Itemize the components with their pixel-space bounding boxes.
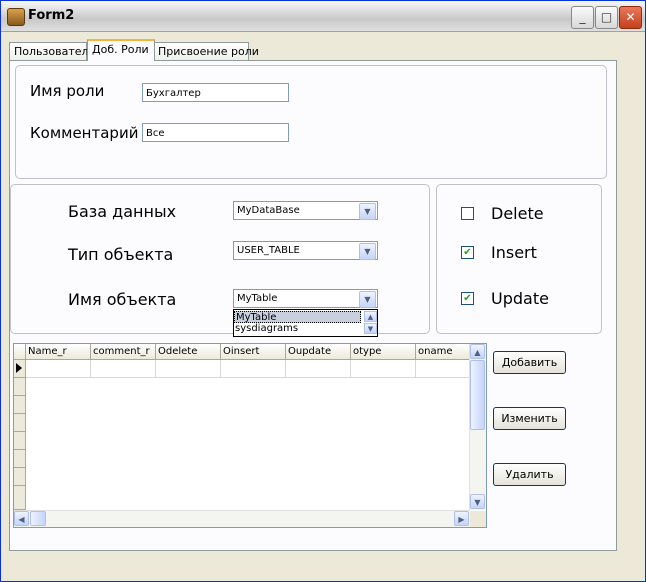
delete-label: Delete [491,204,544,223]
chevron-up-icon[interactable]: ▲ [470,344,485,359]
table-cell[interactable] [416,360,470,378]
row-header [14,414,26,432]
delete-button[interactable]: Удалить [493,463,566,486]
column-header[interactable]: Oupdate [286,344,351,360]
chevron-down-icon[interactable]: ▼ [359,203,376,220]
column-header[interactable]: oname [416,344,470,360]
permissions-group: Delete ✔ Insert ✔ Update [436,184,602,334]
chevron-up-icon[interactable]: ▲ [364,311,377,322]
edit-button[interactable]: Изменить [493,407,566,430]
minimize-button[interactable]: _ [571,6,594,29]
table-cell[interactable] [156,360,221,378]
grid-corner [14,344,26,360]
scrollbar-corner [470,511,486,527]
table-cell[interactable] [221,360,286,378]
database-combo[interactable]: MyDataBase ▼ [233,201,378,220]
title-bar: Form2 _ □ ✕ [1,1,645,32]
row-header[interactable] [14,360,26,378]
table-cell[interactable] [351,360,416,378]
table-cell[interactable] [91,360,156,378]
comment-label: Комментарий [30,124,139,142]
row-pointer-icon [16,363,22,373]
column-header[interactable]: Name_r [26,344,91,360]
form2-window: Form2 _ □ ✕ Пользователи Доб. Роли Присв… [0,0,646,582]
update-checkbox[interactable]: ✔ [461,292,474,305]
close-button[interactable]: ✕ [619,6,642,29]
tab-users[interactable]: Пользователи [9,42,96,60]
database-combo-value: MyDataBase [237,205,300,216]
column-header[interactable]: otype [351,344,416,360]
object-type-combo[interactable]: USER_TABLE ▼ [233,241,378,260]
role-name-input[interactable]: Бухгалтер [142,83,289,102]
row-header [14,486,26,510]
database-label: База данных [68,202,177,221]
row-header [14,432,26,450]
horizontal-scroll-thumb[interactable] [30,511,46,526]
column-header[interactable]: Odelete [156,344,221,360]
object-type-label: Тип объекта [68,245,174,264]
object-group: База данных MyDataBase ▼ Тип объекта USE… [10,184,430,337]
object-name-label: Имя объекта [68,290,177,309]
window-title: Form2 [28,8,75,23]
object-name-combo-value: MyTable [237,293,278,304]
maximize-button[interactable]: □ [595,6,618,29]
dropdown-option[interactable]: MyTable [234,311,361,323]
row-header [14,378,26,396]
object-name-combo[interactable]: MyTable ▼ [233,289,378,308]
table-cell[interactable] [26,360,91,378]
grid-horizontal-scrollbar[interactable]: ◀ ▶ [14,510,470,527]
comment-input[interactable]: Все [142,123,289,142]
update-label: Update [491,289,549,308]
app-icon [7,8,25,26]
row-header [14,468,26,486]
close-icon: ✕ [625,10,636,24]
client-area: Пользователи Доб. Роли Присвоение роли И… [5,32,642,577]
delete-checkbox[interactable] [461,207,474,220]
chevron-down-icon[interactable]: ▼ [364,323,377,334]
object-type-combo-value: USER_TABLE [237,245,300,256]
column-header[interactable]: Oinsert [221,344,286,360]
column-header[interactable]: comment_r [91,344,156,360]
chevron-down-icon[interactable]: ▼ [359,291,376,308]
role-name-label: Имя роли [30,82,105,100]
chevron-left-icon[interactable]: ◀ [14,511,29,526]
role-group: Имя роли Бухгалтер Комментарий Все [15,65,607,179]
add-button[interactable]: Добавить [493,351,566,374]
tab-assign-role[interactable]: Присвоение роли [153,42,259,60]
dropdown-option[interactable]: sysdiagrams [234,323,362,335]
tab-add-roles[interactable]: Доб. Роли [87,39,155,61]
tab-panel-add-roles: Имя роли Бухгалтер Комментарий Все База … [9,60,617,551]
chevron-down-icon[interactable]: ▼ [359,243,376,260]
insert-checkbox[interactable]: ✔ [461,246,474,259]
object-name-dropdown-list[interactable]: MyTable sysdiagrams ▲ ▼ [233,309,378,337]
chevron-right-icon[interactable]: ▶ [454,511,469,526]
minimize-icon: _ [579,10,586,24]
table-cell[interactable] [286,360,351,378]
row-header [14,450,26,468]
grid-vertical-scrollbar[interactable]: ▲ ▼ [469,344,486,510]
insert-label: Insert [491,243,537,262]
chevron-down-icon[interactable]: ▼ [470,494,485,509]
vertical-scroll-thumb[interactable] [470,360,485,430]
maximize-icon: □ [600,10,613,24]
row-header [14,396,26,414]
roles-datagrid[interactable]: Name_r comment_r Odelete Oinsert Oupdate… [13,343,487,528]
